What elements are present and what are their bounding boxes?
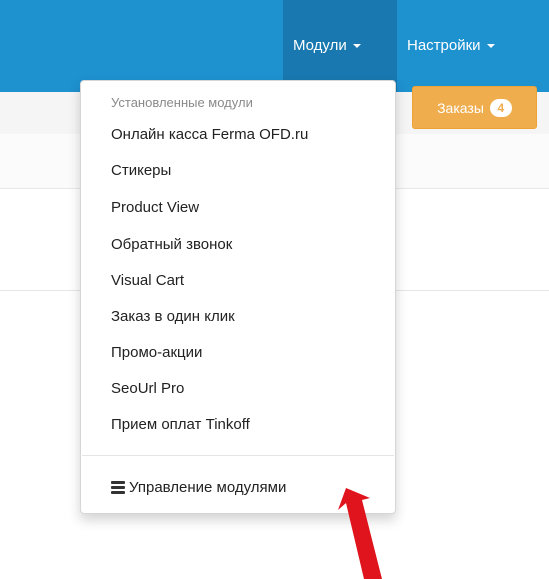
orders-count-badge: 4 bbox=[489, 98, 512, 117]
caret-down-icon bbox=[352, 44, 361, 49]
menu-item-seourl-pro[interactable]: SeoUrl Pro bbox=[111, 380, 184, 397]
caret-down-icon bbox=[486, 44, 495, 49]
stack-icon bbox=[111, 481, 125, 494]
nav-modules-dropdown[interactable]: Модули bbox=[283, 0, 397, 92]
nav-settings-label: Настройки bbox=[407, 37, 481, 54]
orders-button[interactable]: Заказы 4 bbox=[412, 86, 537, 129]
manage-modules-label: Управление модулями bbox=[129, 479, 287, 496]
red-arrow-icon bbox=[338, 488, 382, 579]
nav-modules-label: Модули bbox=[293, 37, 347, 54]
page: Модули Настройки Заказы 4 Установленные … bbox=[0, 0, 549, 579]
nav-settings-dropdown[interactable]: Настройки bbox=[397, 0, 549, 92]
menu-item-visual-cart[interactable]: Visual Cart bbox=[111, 272, 184, 289]
menu-item-tinkoff[interactable]: Прием оплат Tinkoff bbox=[111, 416, 250, 433]
manage-modules-item[interactable]: Управление модулями bbox=[111, 479, 286, 496]
menu-item-promo[interactable]: Промо-акции bbox=[111, 344, 202, 361]
modules-dropdown-menu: Установленные модули Онлайн касса Ferma … bbox=[80, 80, 396, 514]
menu-divider bbox=[82, 455, 394, 456]
menu-item-product-view[interactable]: Product View bbox=[111, 199, 199, 216]
top-navbar: Модули Настройки bbox=[0, 0, 549, 92]
menu-item-one-click-order[interactable]: Заказ в один клик bbox=[111, 308, 235, 325]
menu-item-callback[interactable]: Обратный звонок bbox=[111, 236, 232, 253]
menu-item-ferma-ofd[interactable]: Онлайн касса Ferma OFD.ru bbox=[111, 126, 308, 143]
dropdown-header: Установленные модули bbox=[111, 95, 253, 110]
menu-item-stickers[interactable]: Стикеры bbox=[111, 162, 171, 179]
orders-button-label: Заказы bbox=[437, 99, 484, 116]
